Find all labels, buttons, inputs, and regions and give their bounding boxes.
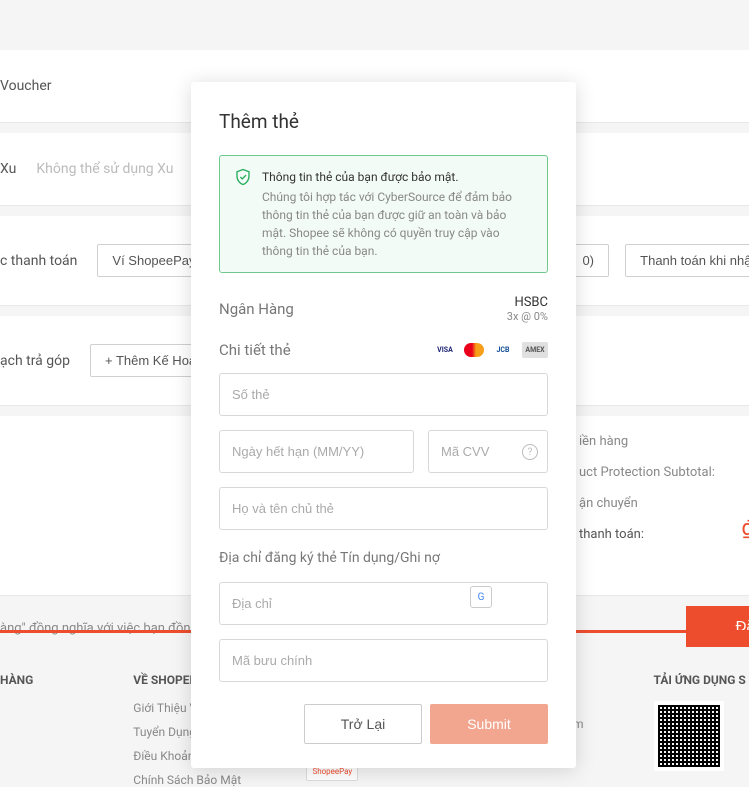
address-input[interactable] (219, 582, 548, 625)
translate-icon[interactable]: G (470, 586, 492, 608)
modal-title: Thêm thẻ (219, 110, 548, 133)
bank-promo: 3x @ 0% (507, 310, 548, 323)
card-brand-logos: VISA JCB AMEX (432, 342, 548, 358)
expiry-input[interactable] (219, 430, 414, 473)
security-description: Chúng tôi hợp tác với CyberSource để đảm… (262, 188, 533, 260)
postal-code-input[interactable] (219, 639, 548, 682)
bank-label: Ngân Hàng (219, 300, 294, 318)
bank-name: HSBC (507, 295, 548, 310)
back-button[interactable]: Trở Lại (304, 704, 422, 744)
help-icon[interactable]: ? (522, 444, 538, 460)
security-title: Thông tin thẻ của bạn được bảo mật. (262, 168, 533, 186)
billing-address-label: Địa chỉ đăng ký thẻ Tín dụng/Ghi nợ (219, 550, 548, 566)
modal-overlay: Thêm thẻ Thông tin thẻ của bạn được bảo … (0, 0, 749, 783)
shield-icon (234, 168, 252, 186)
cardholder-name-input[interactable] (219, 487, 548, 530)
add-card-modal: Thêm thẻ Thông tin thẻ của bạn được bảo … (191, 82, 576, 768)
visa-icon: VISA (432, 342, 458, 358)
card-number-input[interactable] (219, 373, 548, 416)
jcb-icon: JCB (490, 342, 516, 358)
mastercard-icon (464, 343, 484, 357)
submit-button[interactable]: Submit (430, 704, 548, 744)
card-details-label: Chi tiết thẻ (219, 341, 291, 359)
security-notice: Thông tin thẻ của bạn được bảo mật. Chún… (219, 155, 548, 273)
amex-card-icon: AMEX (522, 342, 548, 358)
